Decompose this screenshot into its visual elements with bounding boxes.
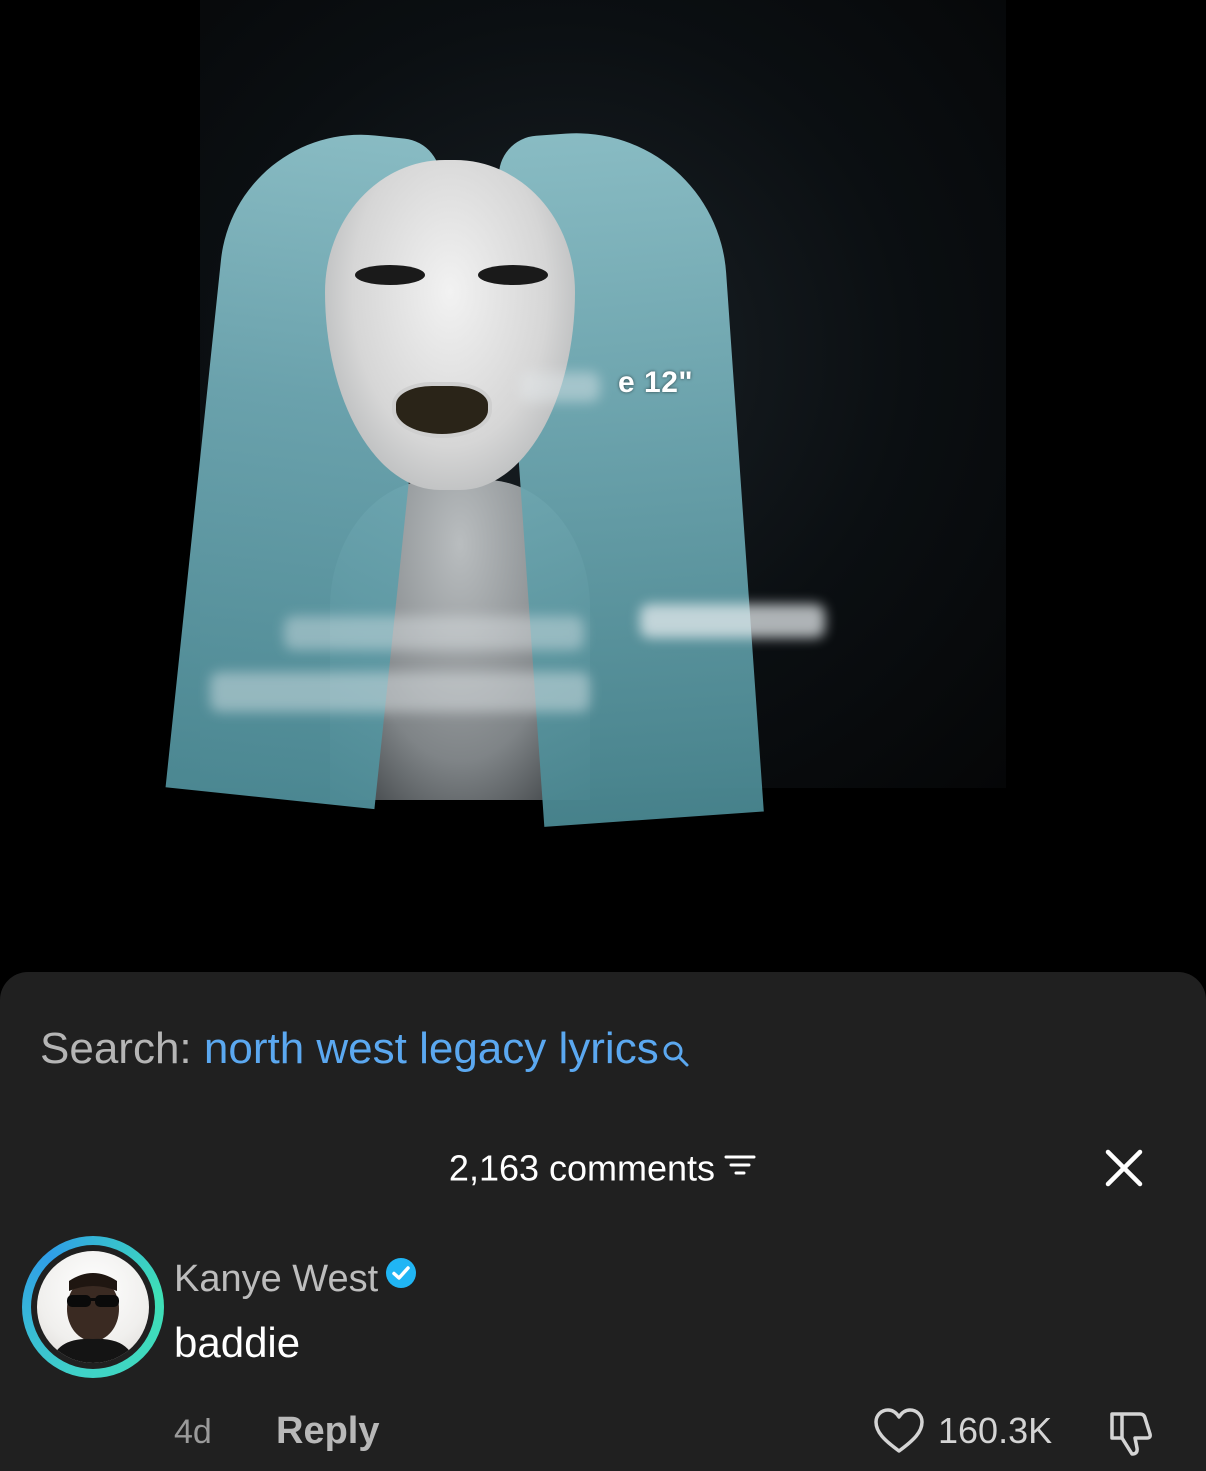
dislike-button[interactable]	[1104, 1404, 1160, 1460]
comments-count: 2,163 comments	[448, 1147, 716, 1189]
tiktok-comments-screen: e 12" Search: north west legacy lyrics 2…	[0, 0, 1206, 1471]
avatar[interactable]	[31, 1245, 155, 1369]
comments-header: 2,163 comments	[0, 1144, 1206, 1190]
video-subject-eye-left	[355, 265, 425, 285]
close-button[interactable]	[1100, 1144, 1148, 1192]
sort-filter-icon[interactable]	[723, 1146, 757, 1190]
avatar-photo	[37, 1251, 149, 1363]
video-player[interactable]: e 12"	[0, 0, 1206, 980]
video-subject-mouth	[392, 382, 492, 438]
verified-badge-icon	[384, 1255, 418, 1301]
video-overlay-text: e 12"	[618, 366, 694, 399]
comment-timestamp: 4d	[174, 1413, 212, 1451]
comment-text: baddie	[174, 1319, 301, 1366]
like-count: 160.3K	[938, 1410, 1053, 1451]
video-subject-eye-right	[478, 265, 548, 285]
blurred-overlay-text	[210, 672, 590, 712]
blurred-overlay-text	[284, 616, 584, 650]
search-suggestion[interactable]: Search: north west legacy lyrics	[40, 1022, 691, 1082]
comment-author-row[interactable]: Kanye West	[174, 1256, 418, 1302]
search-icon[interactable]	[661, 1028, 691, 1082]
blurred-overlay-text	[520, 372, 600, 402]
blurred-overlay-text	[640, 604, 825, 638]
search-label: Search:	[40, 1024, 204, 1073]
comment-author[interactable]: Kanye West	[174, 1258, 378, 1300]
thumbs-down-icon	[1110, 1412, 1152, 1456]
heart-icon	[874, 1408, 924, 1453]
like-button[interactable]: 160.3K	[872, 1404, 1052, 1458]
close-icon	[1105, 1149, 1143, 1187]
reply-button[interactable]: Reply	[276, 1408, 379, 1454]
search-query-link[interactable]: north west legacy lyrics	[204, 1024, 659, 1073]
